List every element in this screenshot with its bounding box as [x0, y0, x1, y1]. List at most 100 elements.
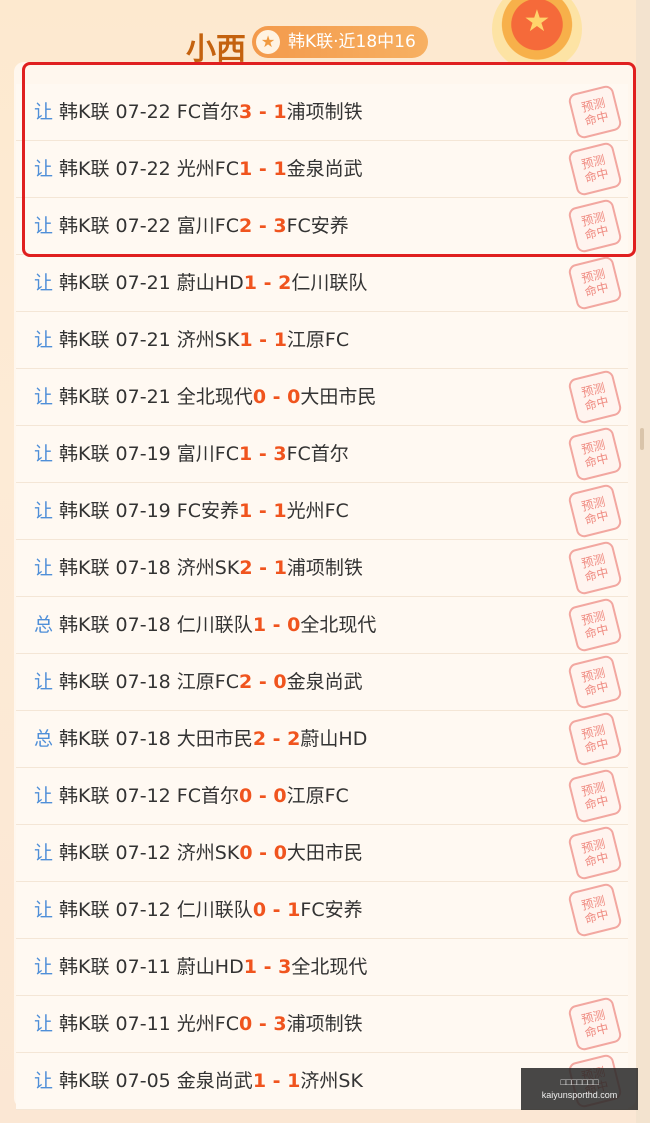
- match-date: 07-21: [115, 329, 171, 351]
- match-row[interactable]: 让韩K联 07-11 蔚山HD1 - 3全北现代: [16, 939, 628, 996]
- away-team: 浦项制铁: [286, 101, 363, 123]
- match-row[interactable]: 让韩K联 07-18 济州SK2 - 1浦项制铁 预测 命中: [16, 540, 628, 597]
- league: 韩K联: [59, 101, 110, 123]
- home-score: 0: [239, 785, 253, 807]
- league: 韩K联: [59, 614, 110, 636]
- match-date: 07-21: [115, 272, 171, 294]
- match-date: 07-11: [115, 956, 171, 978]
- match-row[interactable]: 让韩K联 07-22 FC首尔3 - 1浦项制铁 预测 命中: [16, 84, 628, 141]
- match-row[interactable]: 让韩K联 07-21 全北现代0 - 0大田市民 预测 命中: [16, 369, 628, 426]
- match-row[interactable]: 让韩K联 07-22 光州FC1 - 1金泉尚武 预测 命中: [16, 141, 628, 198]
- hit-stamp-icon: 预测命中: [567, 426, 623, 482]
- bet-type: 让: [34, 215, 54, 237]
- bet-type: 总: [34, 614, 54, 636]
- match-date: 07-18: [115, 728, 171, 750]
- score-separator: -: [256, 956, 279, 978]
- away-team: 大田市民: [300, 386, 377, 408]
- match-row[interactable]: 让韩K联 07-12 仁川联队0 - 1FC安养 预测 命中: [16, 882, 628, 939]
- league: 韩K联: [59, 557, 110, 579]
- match-row[interactable]: 让韩K联 07-22 富川FC2 - 3FC安养 预测 命中: [16, 198, 628, 255]
- bet-type: 让: [34, 272, 54, 294]
- watermark: □□□□□□□ kaiyunsporthd.com: [521, 1068, 638, 1110]
- bet-type: 让: [34, 329, 54, 351]
- home-team: 大田市民: [176, 728, 253, 750]
- scrollbar-thumb[interactable]: [640, 428, 644, 450]
- match-text: 让韩K联 07-12 济州SK0 - 0大田市民: [34, 825, 363, 881]
- home-score: 1: [239, 443, 253, 465]
- match-row[interactable]: 让韩K联 07-21 济州SK1 - 1江原FC: [16, 312, 628, 369]
- home-score: 2: [252, 728, 267, 750]
- away-team: 浦项制铁: [286, 557, 363, 579]
- away-score: 3: [273, 215, 287, 237]
- bet-type: 让: [34, 956, 54, 978]
- away-score: 3: [278, 956, 292, 978]
- record-badge-text: 韩K联·近18中16: [288, 32, 416, 52]
- away-team: 江原FC: [286, 329, 350, 351]
- home-team: 仁川联队: [176, 614, 253, 636]
- home-score: 1: [239, 500, 253, 522]
- match-text: 让韩K联 07-19 富川FC1 - 3FC首尔: [34, 426, 349, 482]
- away-score: 2: [287, 728, 301, 750]
- match-row[interactable]: 总韩K联 07-18 大田市民2 - 2蔚山HD 预测 命中: [16, 711, 628, 768]
- match-text: 让韩K联 07-11 蔚山HD1 - 3全北现代: [34, 939, 367, 995]
- home-team: FC首尔: [176, 101, 239, 123]
- away-score: 1: [273, 101, 287, 123]
- match-text: 让韩K联 07-12 FC首尔0 - 0江原FC: [34, 768, 349, 824]
- home-score: 0: [252, 386, 267, 408]
- hit-stamp-icon: 预测命中: [567, 141, 623, 197]
- home-score: 1: [239, 329, 253, 351]
- hit-stamp-icon: 预测命中: [567, 996, 623, 1052]
- match-date: 07-11: [115, 1013, 171, 1035]
- hit-stamp-icon: 预测命中: [567, 369, 623, 425]
- scroll-strip: [636, 0, 650, 1123]
- score-separator: -: [252, 101, 274, 123]
- league: 韩K联: [59, 728, 110, 750]
- league: 韩K联: [59, 785, 110, 807]
- match-row[interactable]: 让韩K联 07-19 FC安养1 - 1光州FC 预测 命中: [16, 483, 628, 540]
- away-score: 1: [273, 500, 287, 522]
- score-separator: -: [256, 272, 279, 294]
- away-team: FC安养: [300, 899, 363, 921]
- match-row[interactable]: 让韩K联 07-11 光州FC0 - 3浦项制铁 预测 命中: [16, 996, 628, 1053]
- bet-type: 让: [34, 101, 54, 123]
- bet-type: 让: [34, 158, 54, 180]
- match-row[interactable]: 让韩K联 07-19 富川FC1 - 3FC首尔 预测 命中: [16, 426, 628, 483]
- away-score: 1: [287, 899, 301, 921]
- away-team: FC安养: [286, 215, 349, 237]
- away-team: 金泉尚武: [286, 671, 363, 693]
- match-text: 让韩K联 07-18 江原FC2 - 0金泉尚武: [34, 654, 363, 710]
- away-score: 1: [273, 158, 287, 180]
- match-text: 总韩K联 07-18 大田市民2 - 2蔚山HD: [34, 711, 367, 767]
- away-team: 光州FC: [286, 500, 349, 522]
- home-team: 蔚山HD: [176, 272, 244, 294]
- record-badge: ★ 韩K联·近18中16: [252, 26, 428, 58]
- home-score: 2: [239, 671, 253, 693]
- bet-type: 让: [34, 500, 54, 522]
- home-score: 1: [252, 614, 267, 636]
- match-text: 让韩K联 07-22 FC首尔3 - 1浦项制铁: [34, 84, 363, 140]
- away-team: 仁川联队: [291, 272, 368, 294]
- home-team: 富川FC: [176, 443, 239, 465]
- away-team: 大田市民: [286, 842, 363, 864]
- match-row[interactable]: 让韩K联 07-12 济州SK0 - 0大田市民 预测 命中: [16, 825, 628, 882]
- match-row[interactable]: 让韩K联 07-12 FC首尔0 - 0江原FC 预测 命中: [16, 768, 628, 825]
- home-score: 0: [239, 842, 253, 864]
- hit-stamp-icon: 预测命中: [567, 768, 623, 824]
- match-row[interactable]: 总韩K联 07-18 仁川联队1 - 0全北现代 预测 命中: [16, 597, 628, 654]
- match-row[interactable]: 让韩K联 07-18 江原FC2 - 0金泉尚武 预测 命中: [16, 654, 628, 711]
- match-text: 让韩K联 07-12 仁川联队0 - 1FC安养: [34, 882, 363, 938]
- away-team: 济州SK: [300, 1070, 363, 1092]
- away-team: 全北现代: [291, 956, 368, 978]
- match-row[interactable]: 让韩K联 07-21 蔚山HD1 - 2仁川联队 预测 命中: [16, 255, 628, 312]
- match-text: 让韩K联 07-22 光州FC1 - 1金泉尚武: [34, 141, 363, 197]
- away-score: 0: [287, 386, 301, 408]
- league: 韩K联: [59, 1070, 110, 1092]
- away-team: 江原FC: [286, 785, 349, 807]
- match-date: 07-19: [115, 500, 171, 522]
- match-date: 07-22: [115, 215, 171, 237]
- league: 韩K联: [59, 671, 110, 693]
- match-date: 07-05: [115, 1070, 171, 1092]
- score-separator: -: [266, 728, 288, 750]
- match-date: 07-12: [115, 899, 171, 921]
- away-score: 1: [273, 329, 287, 351]
